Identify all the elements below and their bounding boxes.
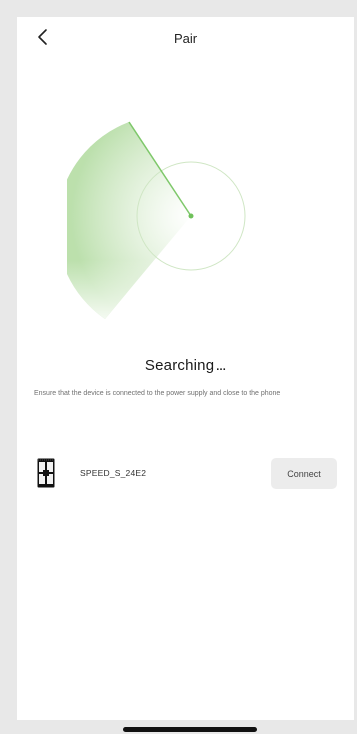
device-name: SPEED_S_24E2 — [80, 468, 147, 478]
searching-label: Searching — [144, 357, 215, 374]
radar-sweep-fade — [56, 122, 191, 319]
searching-status: Searching... — [17, 357, 354, 374]
device-list-item: SPEED_S_24E2 Connect — [17, 457, 354, 493]
page-title: Pair — [173, 31, 198, 46]
connect-button[interactable]: Connect — [271, 458, 337, 489]
pair-screen: Pair Searching... Ensure that the device… — [17, 17, 354, 720]
scale-device-icon — [37, 458, 55, 488]
radar-center-dot — [188, 213, 194, 219]
header: Pair — [17, 17, 354, 61]
home-indicator[interactable] — [123, 727, 257, 732]
pairing-hint: Ensure that the device is connected to t… — [34, 390, 281, 397]
searching-dots: ... — [216, 361, 227, 373]
radar-graphic — [56, 121, 246, 319]
radar-animation — [56, 107, 307, 337]
